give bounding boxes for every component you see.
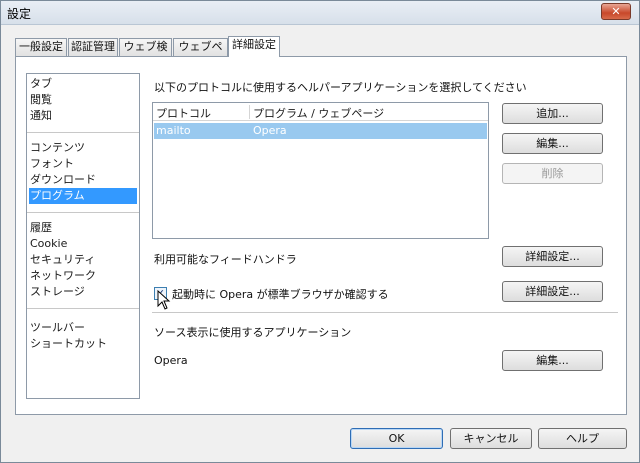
- cancel-button[interactable]: キャンセル: [450, 428, 532, 449]
- tab-advanced[interactable]: 詳細設定: [228, 36, 280, 57]
- close-icon: ✕: [611, 5, 621, 18]
- list-divider: [27, 212, 139, 213]
- protocols-heading: 以下のプロトコルに使用するヘルパーアプリケーションを選択してください: [154, 81, 527, 94]
- source-app-heading: ソース表示に使用するアプリケーション: [154, 326, 352, 339]
- sidebar-item-storage[interactable]: ストレージ: [29, 284, 137, 300]
- source-edit-button[interactable]: 編集...: [502, 350, 603, 371]
- sidebar-item-shortcuts[interactable]: ショートカット: [29, 336, 137, 352]
- sidebar-item-programs[interactable]: プログラム: [29, 188, 137, 204]
- tab-search[interactable]: ウェブ検索: [119, 38, 172, 69]
- edit-button[interactable]: 編集...: [502, 133, 603, 154]
- tab-general[interactable]: 一般設定: [15, 38, 67, 56]
- source-app-value: Opera: [154, 354, 188, 367]
- sidebar-item-network[interactable]: ネットワーク: [29, 268, 137, 284]
- category-list: タブ 閲覧 通知 コンテンツ フォント ダウンロード プログラム 履歴 Cook…: [26, 73, 140, 399]
- list-divider: [27, 308, 139, 309]
- delete-button[interactable]: 削除: [502, 163, 603, 184]
- tab-security[interactable]: 認証管理: [68, 38, 118, 56]
- default-details-button[interactable]: 詳細設定...: [502, 281, 603, 302]
- table-row[interactable]: mailto Opera: [154, 123, 487, 139]
- sidebar-item-downloads[interactable]: ダウンロード: [29, 172, 137, 188]
- protocol-table[interactable]: プロトコル プログラム / ウェブページ mailto Opera: [152, 102, 489, 239]
- sidebar-item-tabs[interactable]: タブ: [29, 76, 137, 92]
- feed-details-button[interactable]: 詳細設定...: [502, 246, 603, 267]
- sidebar-item-cookies[interactable]: Cookie: [29, 236, 137, 252]
- sidebar-item-history[interactable]: 履歴: [29, 220, 137, 236]
- column-header-program[interactable]: プログラム / ウェブページ: [253, 105, 384, 121]
- mouse-cursor-icon: [157, 290, 171, 310]
- sidebar-item-security[interactable]: セキュリティ: [29, 252, 137, 268]
- column-divider: [249, 105, 250, 119]
- advanced-panel: タブ 閲覧 通知 コンテンツ フォント ダウンロード プログラム 履歴 Cook…: [15, 56, 627, 415]
- feed-handlers-label: 利用可能なフィードハンドラ: [154, 253, 297, 266]
- sidebar-item-browsing[interactable]: 閲覧: [29, 92, 137, 108]
- add-button[interactable]: 追加...: [502, 103, 603, 124]
- window-title: 設定: [7, 7, 32, 21]
- close-button[interactable]: ✕: [601, 3, 631, 20]
- sidebar-item-content[interactable]: コンテンツ: [29, 140, 137, 156]
- table-header: プロトコル プログラム / ウェブページ: [153, 103, 488, 121]
- section-divider: [152, 312, 618, 313]
- title-bar: 設定 ✕: [1, 1, 639, 25]
- protocol-cell: mailto: [156, 124, 191, 137]
- list-divider: [27, 132, 139, 133]
- default-browser-label: 起動時に Opera が標準ブラウザか確認する: [172, 288, 389, 301]
- sidebar-item-toolbars[interactable]: ツールバー: [29, 320, 137, 336]
- help-button[interactable]: ヘルプ: [538, 428, 627, 449]
- ok-button[interactable]: OK: [350, 428, 443, 449]
- program-cell: Opera: [253, 124, 287, 137]
- sidebar-item-notifications[interactable]: 通知: [29, 108, 137, 124]
- sidebar-item-fonts[interactable]: フォント: [29, 156, 137, 172]
- tab-webpages[interactable]: ウェブページ: [173, 38, 228, 69]
- settings-window: 設定 ✕ 一般設定 認証管理 ウェブ検索 ウェブページ 詳細設定 タブ 閲覧 通…: [0, 0, 640, 463]
- column-header-protocol[interactable]: プロトコル: [156, 105, 211, 121]
